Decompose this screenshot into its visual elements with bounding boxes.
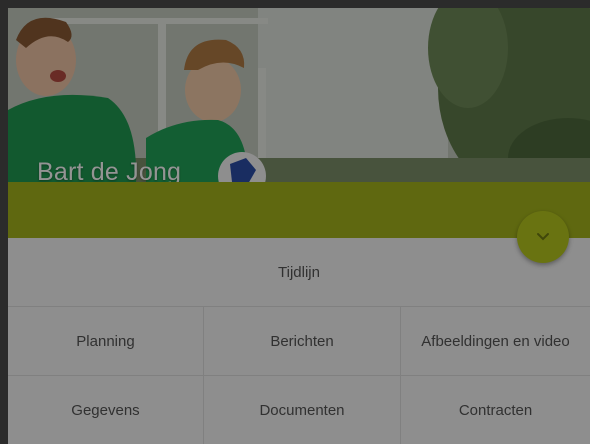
chevron-down-icon [537,233,549,241]
profile-header-bar [8,182,590,238]
tab-documenten-label: Documenten [259,402,345,419]
tab-berichten-label: Berichten [270,332,334,350]
tab-gegevens-label: Gegevens [71,402,140,419]
profile-name: Bart de Jong [37,158,182,182]
expand-button[interactable] [517,211,569,263]
tab-tijdlijn-label: Tijdlijn [278,263,320,281]
tab-berichten[interactable]: Berichten [204,307,401,376]
tab-contracten[interactable]: Contracten [401,376,590,444]
tab-planning[interactable]: Planning [8,307,204,376]
cover-photo: Bart de Jong [8,8,590,182]
tab-afbeeldingen-en-video-label: Afbeeldingen en video [421,332,570,350]
profile-navigation: Tijdlijn Planning Berichten Afbeeldingen… [8,238,590,444]
tab-afbeeldingen-en-video[interactable]: Afbeeldingen en video [401,307,590,376]
tab-gegevens[interactable]: Gegevens [8,376,204,444]
tab-tijdlijn[interactable]: Tijdlijn [8,238,590,307]
tab-planning-label: Planning [76,332,135,350]
soccer-kids-illustration [8,8,590,182]
tab-contracten-label: Contracten [458,402,533,419]
profile-card: Bart de Jong Tijdlijn Planning Berichten… [8,8,590,444]
tab-documenten[interactable]: Documenten [204,376,401,444]
